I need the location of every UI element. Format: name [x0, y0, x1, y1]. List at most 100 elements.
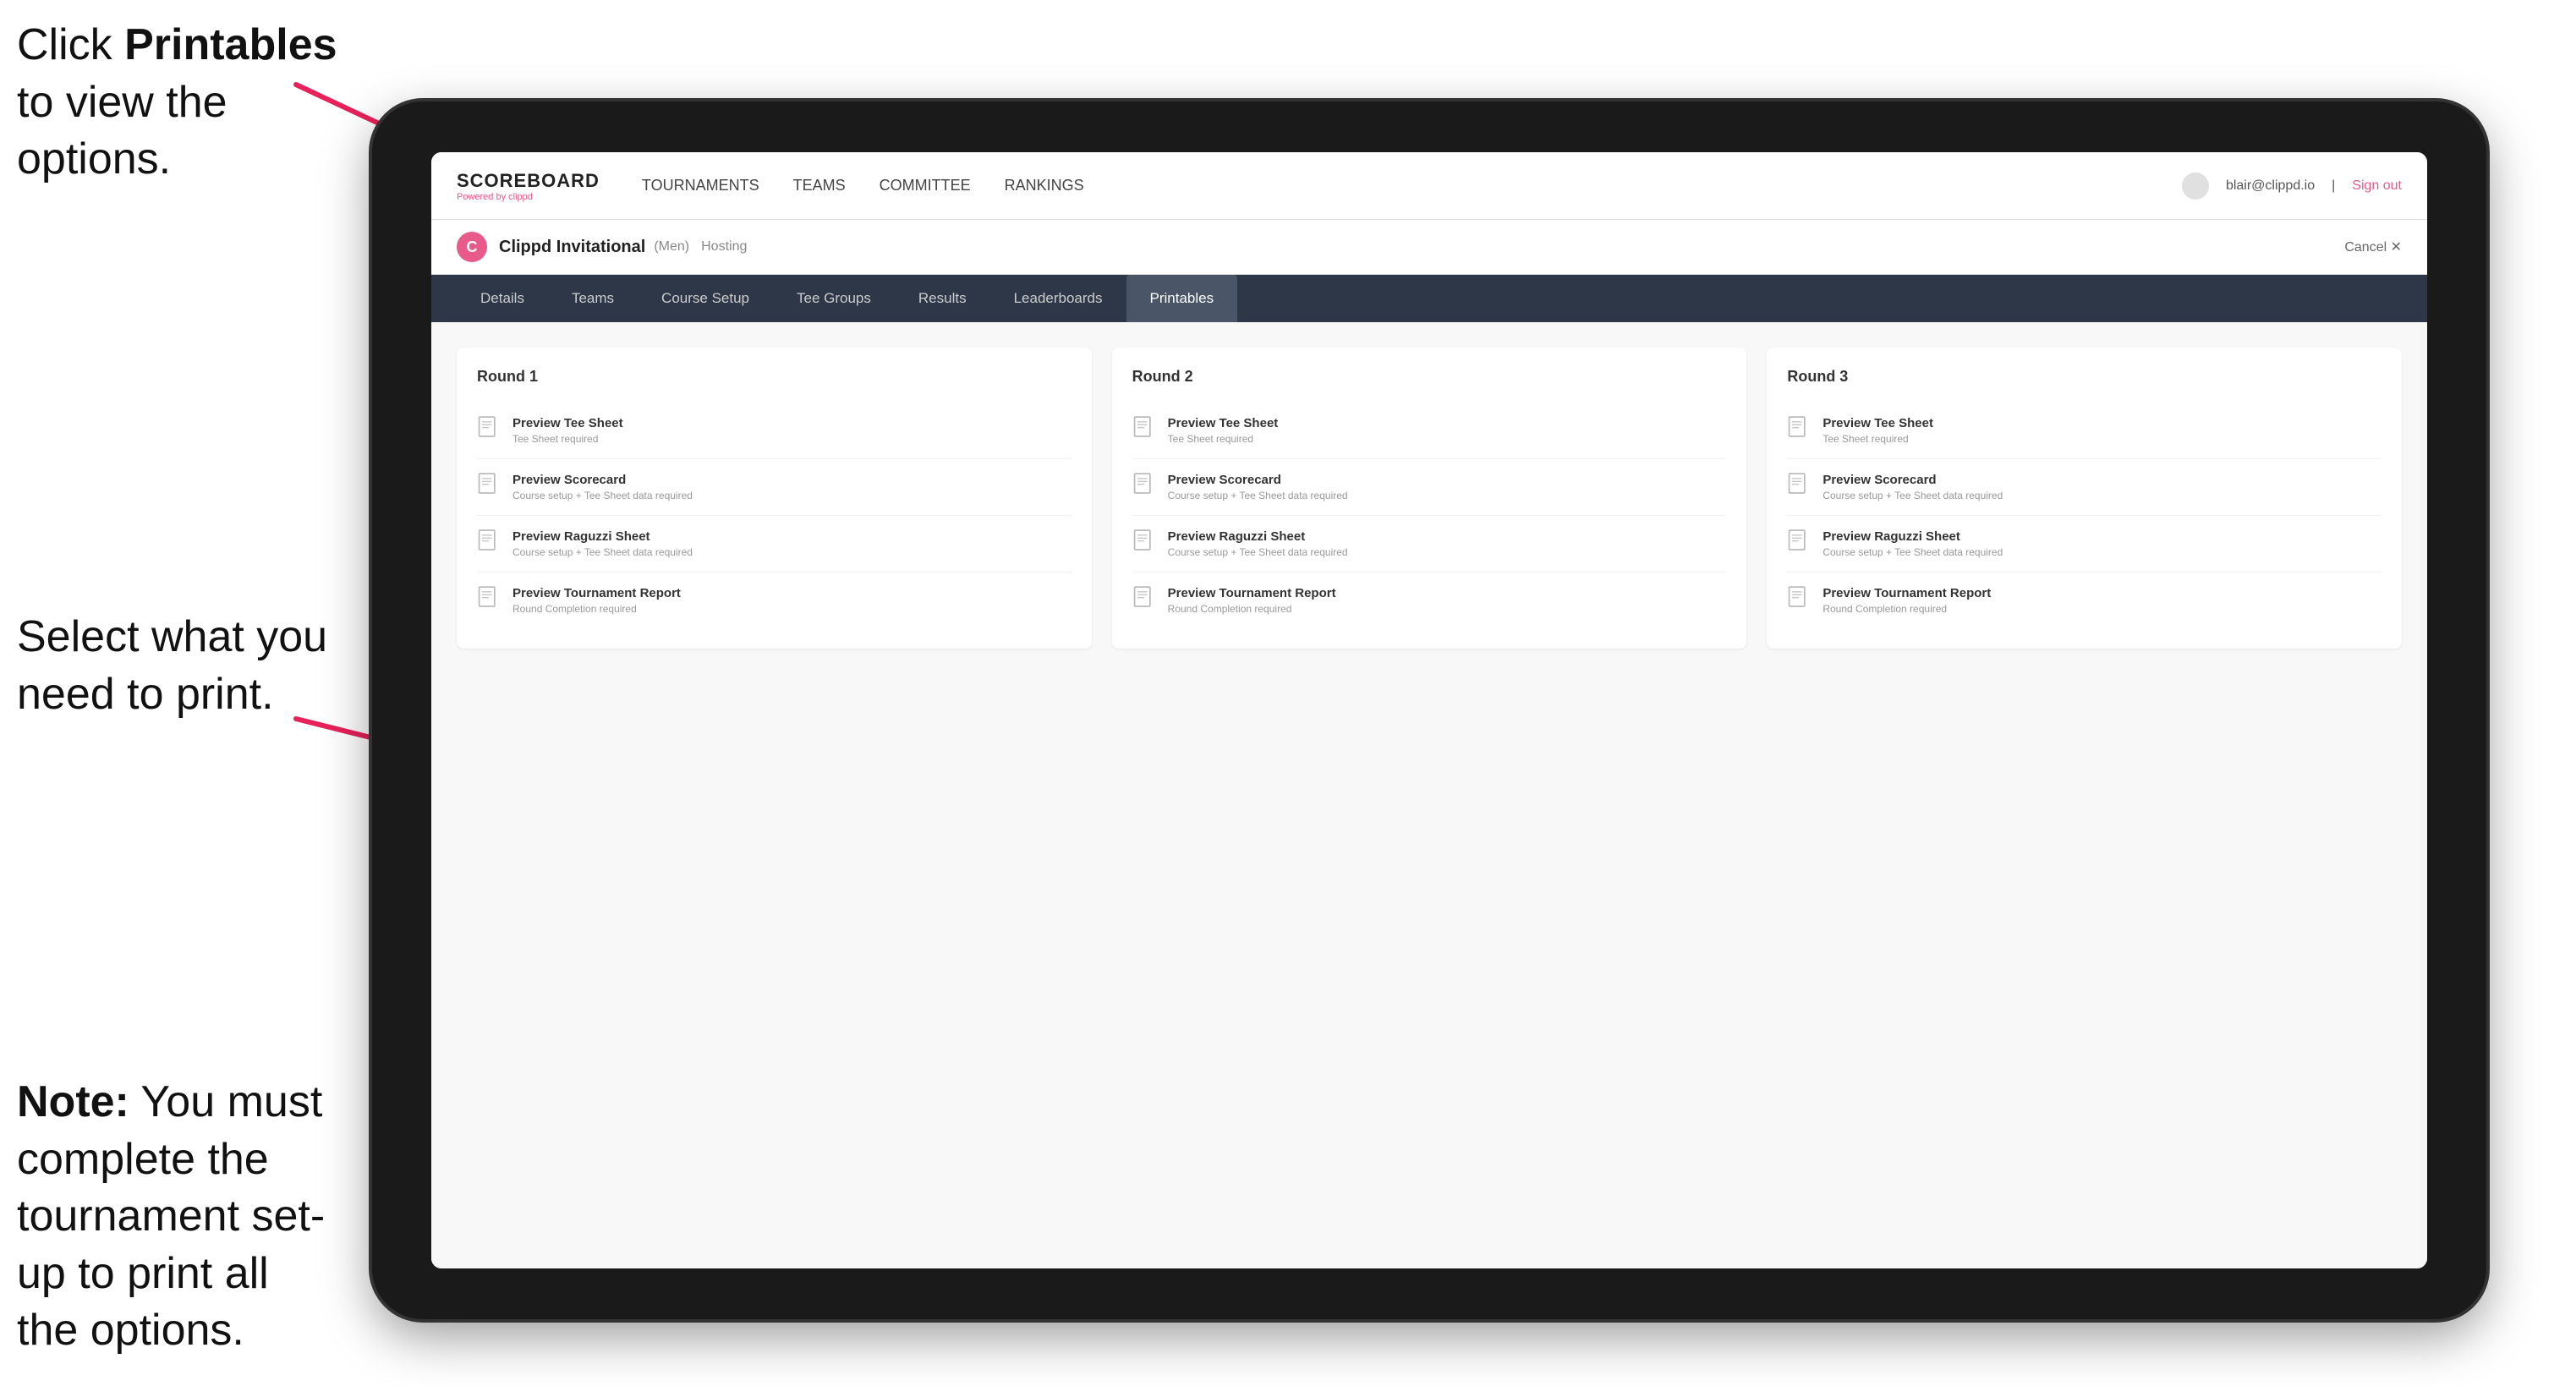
round1-raguzzi[interactable]: Preview Raguzzi Sheet Course setup + Tee…: [477, 516, 1072, 572]
round3-tournament-report-label: Preview Tournament Report: [1822, 586, 1991, 600]
round2-tee-sheet-label: Preview Tee Sheet: [1168, 416, 1279, 430]
round3-scorecard-label: Preview Scorecard: [1822, 473, 2003, 487]
logo-title: SCOREBOARD: [457, 170, 600, 192]
round1-raguzzi-label: Preview Raguzzi Sheet: [512, 529, 693, 544]
round2-tournament-report-label: Preview Tournament Report: [1168, 586, 1336, 600]
round2-tournament-report[interactable]: Preview Tournament Report Round Completi…: [1132, 572, 1727, 628]
rounds-grid: Round 1 Preview Tee Sheet Tee Sheet requ…: [457, 348, 2402, 649]
round2-scorecard-label: Preview Scorecard: [1168, 473, 1348, 487]
note-bold: Note:: [17, 1077, 129, 1126]
tournament-name: Clippd Invitational: [499, 238, 645, 257]
round1-scorecard[interactable]: Preview Scorecard Course setup + Tee She…: [477, 459, 1072, 516]
top-nav-links: TOURNAMENTS TEAMS COMMITTEE RANKINGS: [642, 173, 2182, 199]
round3-tee-sheet[interactable]: Preview Tee Sheet Tee Sheet required: [1787, 403, 2381, 459]
cancel-button[interactable]: Cancel ✕: [2344, 238, 2402, 255]
tournament-report-icon-r3: [1787, 586, 1811, 613]
round-3-title: Round 3: [1787, 368, 2381, 386]
round1-scorecard-text: Preview Scorecard Course setup + Tee She…: [512, 473, 693, 501]
scorecard-icon-r2: [1132, 473, 1156, 500]
round2-scorecard[interactable]: Preview Scorecard Course setup + Tee She…: [1132, 459, 1727, 516]
round1-tournament-report-sub: Round Completion required: [512, 603, 681, 615]
annotation-bold: Printables: [124, 20, 337, 69]
round-2-title: Round 2: [1132, 368, 1727, 386]
top-nav: SCOREBOARD Powered by clippd TOURNAMENTS…: [431, 152, 2427, 220]
tablet-screen: SCOREBOARD Powered by clippd TOURNAMENTS…: [431, 152, 2427, 1268]
raguzzi-icon-r2: [1132, 529, 1156, 556]
tab-details[interactable]: Details: [457, 275, 548, 322]
tournament-header: C Clippd Invitational (Men) Hosting Canc…: [431, 220, 2427, 275]
round1-raguzzi-sub: Course setup + Tee Sheet data required: [512, 546, 693, 558]
scorecard-icon-r3: [1787, 473, 1811, 500]
round3-scorecard[interactable]: Preview Scorecard Course setup + Tee She…: [1787, 459, 2381, 516]
nav-committee[interactable]: COMMITTEE: [880, 173, 971, 199]
round2-raguzzi-sub: Course setup + Tee Sheet data required: [1168, 546, 1348, 558]
tournament-report-icon: [477, 586, 501, 613]
top-nav-right: blair@clippd.io | Sign out: [2182, 173, 2402, 200]
round2-scorecard-sub: Course setup + Tee Sheet data required: [1168, 490, 1348, 501]
tab-printables[interactable]: Printables: [1126, 275, 1238, 322]
logo-sub: Powered by clippd: [457, 192, 600, 202]
round1-tee-sheet-sub: Tee Sheet required: [512, 433, 623, 445]
tab-leaderboards[interactable]: Leaderboards: [990, 275, 1126, 322]
tournament-type: (Men): [654, 239, 689, 255]
round2-tee-sheet[interactable]: Preview Tee Sheet Tee Sheet required: [1132, 403, 1727, 459]
tournament-status: Hosting: [701, 239, 747, 255]
sign-out-link[interactable]: Sign out: [2352, 178, 2402, 194]
round-1-column: Round 1 Preview Tee Sheet Tee Sheet requ…: [457, 348, 1092, 649]
round2-raguzzi-label: Preview Raguzzi Sheet: [1168, 529, 1348, 544]
tab-tee-groups[interactable]: Tee Groups: [773, 275, 895, 322]
user-email: blair@clippd.io: [2226, 178, 2315, 194]
round1-tournament-report[interactable]: Preview Tournament Report Round Completi…: [477, 572, 1072, 628]
pipe-separator: |: [2332, 178, 2335, 194]
round-3-column: Round 3 Preview Tee Sheet Tee Sheet requ…: [1767, 348, 2402, 649]
user-avatar: [2182, 173, 2209, 200]
round-2-column: Round 2 Preview Tee Sheet Tee Sheet requ…: [1112, 348, 1747, 649]
round3-tee-sheet-label: Preview Tee Sheet: [1822, 416, 1933, 430]
nav-rankings[interactable]: RANKINGS: [1005, 173, 1084, 199]
tablet-frame: SCOREBOARD Powered by clippd TOURNAMENTS…: [372, 101, 2486, 1319]
raguzzi-icon: [477, 529, 501, 556]
sub-nav: Details Teams Course Setup Tee Groups Re…: [431, 275, 2427, 322]
tournament-logo: C: [457, 232, 487, 262]
round1-tournament-report-text: Preview Tournament Report Round Completi…: [512, 586, 681, 615]
round1-tee-sheet-text: Preview Tee Sheet Tee Sheet required: [512, 416, 623, 445]
round1-tee-sheet[interactable]: Preview Tee Sheet Tee Sheet required: [477, 403, 1072, 459]
round3-raguzzi-sub: Course setup + Tee Sheet data required: [1822, 546, 2003, 558]
round3-raguzzi-text: Preview Raguzzi Sheet Course setup + Tee…: [1822, 529, 2003, 558]
round-1-title: Round 1: [477, 368, 1072, 386]
annotation-bottom: Note: You must complete the tournament s…: [17, 1074, 338, 1360]
round3-raguzzi-label: Preview Raguzzi Sheet: [1822, 529, 2003, 544]
tee-sheet-icon-r3: [1787, 416, 1811, 443]
round3-tournament-report[interactable]: Preview Tournament Report Round Completi…: [1787, 572, 2381, 628]
tab-course-setup[interactable]: Course Setup: [638, 275, 773, 322]
tee-sheet-icon-r2: [1132, 416, 1156, 443]
round3-tee-sheet-text: Preview Tee Sheet Tee Sheet required: [1822, 416, 1933, 445]
logo-area: SCOREBOARD Powered by clippd: [457, 170, 600, 202]
tab-results[interactable]: Results: [895, 275, 990, 322]
round2-tournament-report-sub: Round Completion required: [1168, 603, 1336, 615]
round2-tee-sheet-sub: Tee Sheet required: [1168, 433, 1279, 445]
tee-sheet-icon: [477, 416, 501, 443]
tab-teams[interactable]: Teams: [548, 275, 638, 322]
round2-raguzzi-text: Preview Raguzzi Sheet Course setup + Tee…: [1168, 529, 1348, 558]
round2-raguzzi[interactable]: Preview Raguzzi Sheet Course setup + Tee…: [1132, 516, 1727, 572]
raguzzi-icon-r3: [1787, 529, 1811, 556]
main-content: Round 1 Preview Tee Sheet Tee Sheet requ…: [431, 322, 2427, 1268]
round1-scorecard-sub: Course setup + Tee Sheet data required: [512, 490, 693, 501]
round1-raguzzi-text: Preview Raguzzi Sheet Course setup + Tee…: [512, 529, 693, 558]
round2-scorecard-text: Preview Scorecard Course setup + Tee She…: [1168, 473, 1348, 501]
round3-scorecard-text: Preview Scorecard Course setup + Tee She…: [1822, 473, 2003, 501]
round3-tournament-report-sub: Round Completion required: [1822, 603, 1991, 615]
round3-tee-sheet-sub: Tee Sheet required: [1822, 433, 1933, 445]
round2-tee-sheet-text: Preview Tee Sheet Tee Sheet required: [1168, 416, 1279, 445]
round3-tournament-report-text: Preview Tournament Report Round Completi…: [1822, 586, 1991, 615]
nav-tournaments[interactable]: TOURNAMENTS: [642, 173, 759, 199]
scorecard-icon: [477, 473, 501, 500]
round3-scorecard-sub: Course setup + Tee Sheet data required: [1822, 490, 2003, 501]
tournament-report-icon-r2: [1132, 586, 1156, 613]
round2-tournament-report-text: Preview Tournament Report Round Completi…: [1168, 586, 1336, 615]
nav-teams[interactable]: TEAMS: [793, 173, 846, 199]
round1-tournament-report-label: Preview Tournament Report: [512, 586, 681, 600]
round1-scorecard-label: Preview Scorecard: [512, 473, 693, 487]
round3-raguzzi[interactable]: Preview Raguzzi Sheet Course setup + Tee…: [1787, 516, 2381, 572]
